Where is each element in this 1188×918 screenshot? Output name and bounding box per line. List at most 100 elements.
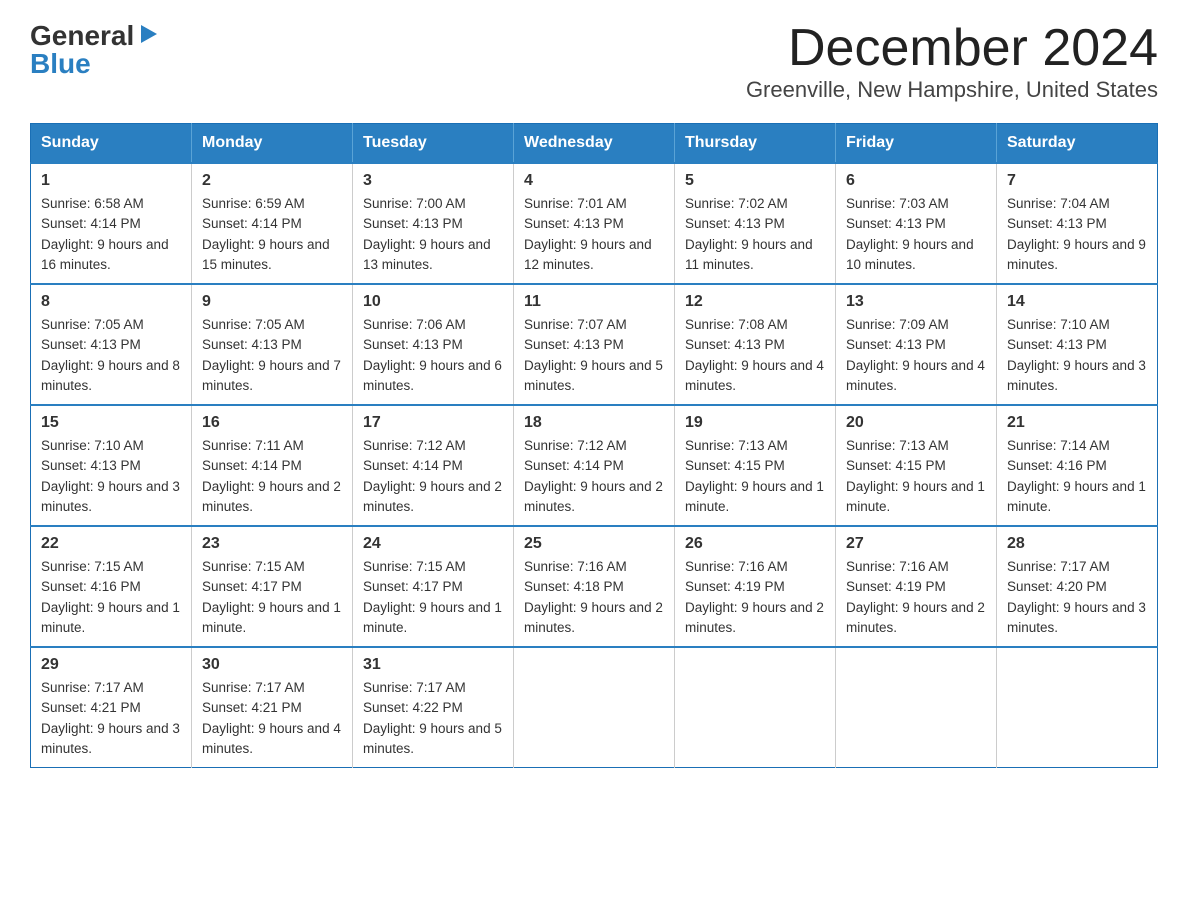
sunrise-label: Sunrise: 7:10 AM [41, 438, 144, 453]
day-number: 15 [41, 414, 181, 432]
sunset-label: Sunset: 4:16 PM [1007, 458, 1107, 473]
calendar-cell: 9 Sunrise: 7:05 AM Sunset: 4:13 PM Dayli… [192, 284, 353, 405]
weekday-header-row: SundayMondayTuesdayWednesdayThursdayFrid… [31, 124, 1158, 164]
sunrise-label: Sunrise: 7:14 AM [1007, 438, 1110, 453]
sunrise-label: Sunrise: 7:05 AM [41, 317, 144, 332]
sunrise-label: Sunrise: 7:15 AM [41, 559, 144, 574]
calendar-title: December 2024 [746, 20, 1158, 77]
calendar-cell: 30 Sunrise: 7:17 AM Sunset: 4:21 PM Dayl… [192, 647, 353, 768]
calendar-cell: 8 Sunrise: 7:05 AM Sunset: 4:13 PM Dayli… [31, 284, 192, 405]
calendar-cell [997, 647, 1158, 768]
day-info: Sunrise: 7:06 AM Sunset: 4:13 PM Dayligh… [363, 315, 503, 396]
sunset-label: Sunset: 4:21 PM [41, 700, 141, 715]
daylight-label: Daylight: 9 hours and 12 minutes. [524, 237, 652, 272]
sunrise-label: Sunrise: 6:58 AM [41, 196, 144, 211]
day-number: 2 [202, 172, 342, 190]
sunset-label: Sunset: 4:13 PM [846, 337, 946, 352]
sunrise-label: Sunrise: 7:10 AM [1007, 317, 1110, 332]
calendar-cell: 5 Sunrise: 7:02 AM Sunset: 4:13 PM Dayli… [675, 163, 836, 284]
day-info: Sunrise: 7:13 AM Sunset: 4:15 PM Dayligh… [846, 436, 986, 517]
calendar-cell: 29 Sunrise: 7:17 AM Sunset: 4:21 PM Dayl… [31, 647, 192, 768]
day-number: 25 [524, 535, 664, 553]
day-number: 5 [685, 172, 825, 190]
sunset-label: Sunset: 4:13 PM [41, 458, 141, 473]
day-number: 28 [1007, 535, 1147, 553]
day-info: Sunrise: 6:59 AM Sunset: 4:14 PM Dayligh… [202, 194, 342, 275]
daylight-label: Daylight: 9 hours and 5 minutes. [524, 358, 663, 393]
daylight-label: Daylight: 9 hours and 9 minutes. [1007, 237, 1146, 272]
daylight-label: Daylight: 9 hours and 3 minutes. [1007, 600, 1146, 635]
daylight-label: Daylight: 9 hours and 5 minutes. [363, 721, 502, 756]
sunrise-label: Sunrise: 7:06 AM [363, 317, 466, 332]
calendar-cell: 19 Sunrise: 7:13 AM Sunset: 4:15 PM Dayl… [675, 405, 836, 526]
sunrise-label: Sunrise: 7:17 AM [41, 680, 144, 695]
day-info: Sunrise: 7:10 AM Sunset: 4:13 PM Dayligh… [41, 436, 181, 517]
day-info: Sunrise: 7:16 AM Sunset: 4:19 PM Dayligh… [685, 557, 825, 638]
sunset-label: Sunset: 4:13 PM [1007, 337, 1107, 352]
calendar-week-row: 1 Sunrise: 6:58 AM Sunset: 4:14 PM Dayli… [31, 163, 1158, 284]
sunrise-label: Sunrise: 6:59 AM [202, 196, 305, 211]
calendar-cell [836, 647, 997, 768]
sunrise-label: Sunrise: 7:02 AM [685, 196, 788, 211]
day-info: Sunrise: 7:08 AM Sunset: 4:13 PM Dayligh… [685, 315, 825, 396]
daylight-label: Daylight: 9 hours and 1 minute. [846, 479, 985, 514]
sunrise-label: Sunrise: 7:13 AM [685, 438, 788, 453]
sunset-label: Sunset: 4:13 PM [524, 337, 624, 352]
sunrise-label: Sunrise: 7:12 AM [363, 438, 466, 453]
daylight-label: Daylight: 9 hours and 6 minutes. [363, 358, 502, 393]
day-info: Sunrise: 7:01 AM Sunset: 4:13 PM Dayligh… [524, 194, 664, 275]
day-number: 11 [524, 293, 664, 311]
sunset-label: Sunset: 4:13 PM [202, 337, 302, 352]
calendar-week-row: 15 Sunrise: 7:10 AM Sunset: 4:13 PM Dayl… [31, 405, 1158, 526]
day-number: 22 [41, 535, 181, 553]
calendar-header: SundayMondayTuesdayWednesdayThursdayFrid… [31, 124, 1158, 164]
page-header: General Blue December 2024 Greenville, N… [30, 20, 1158, 103]
sunrise-label: Sunrise: 7:16 AM [846, 559, 949, 574]
title-block: December 2024 Greenville, New Hampshire,… [746, 20, 1158, 103]
day-number: 3 [363, 172, 503, 190]
daylight-label: Daylight: 9 hours and 4 minutes. [202, 721, 341, 756]
daylight-label: Daylight: 9 hours and 4 minutes. [685, 358, 824, 393]
sunrise-label: Sunrise: 7:09 AM [846, 317, 949, 332]
calendar-location: Greenville, New Hampshire, United States [746, 77, 1158, 103]
calendar-cell: 12 Sunrise: 7:08 AM Sunset: 4:13 PM Dayl… [675, 284, 836, 405]
sunset-label: Sunset: 4:13 PM [846, 216, 946, 231]
day-number: 13 [846, 293, 986, 311]
daylight-label: Daylight: 9 hours and 8 minutes. [41, 358, 180, 393]
calendar-week-row: 8 Sunrise: 7:05 AM Sunset: 4:13 PM Dayli… [31, 284, 1158, 405]
daylight-label: Daylight: 9 hours and 1 minute. [363, 600, 502, 635]
sunset-label: Sunset: 4:13 PM [524, 216, 624, 231]
sunset-label: Sunset: 4:15 PM [685, 458, 785, 473]
day-info: Sunrise: 7:10 AM Sunset: 4:13 PM Dayligh… [1007, 315, 1147, 396]
day-number: 9 [202, 293, 342, 311]
sunset-label: Sunset: 4:14 PM [202, 458, 302, 473]
weekday-header-tuesday: Tuesday [353, 124, 514, 164]
day-number: 31 [363, 656, 503, 674]
day-info: Sunrise: 7:11 AM Sunset: 4:14 PM Dayligh… [202, 436, 342, 517]
day-info: Sunrise: 7:04 AM Sunset: 4:13 PM Dayligh… [1007, 194, 1147, 275]
day-info: Sunrise: 6:58 AM Sunset: 4:14 PM Dayligh… [41, 194, 181, 275]
day-info: Sunrise: 7:14 AM Sunset: 4:16 PM Dayligh… [1007, 436, 1147, 517]
calendar-cell: 16 Sunrise: 7:11 AM Sunset: 4:14 PM Dayl… [192, 405, 353, 526]
day-info: Sunrise: 7:15 AM Sunset: 4:16 PM Dayligh… [41, 557, 181, 638]
sunrise-label: Sunrise: 7:11 AM [202, 438, 304, 453]
sunset-label: Sunset: 4:15 PM [846, 458, 946, 473]
logo-arrow-icon [137, 23, 159, 50]
sunset-label: Sunset: 4:14 PM [41, 216, 141, 231]
sunrise-label: Sunrise: 7:01 AM [524, 196, 627, 211]
calendar-week-row: 22 Sunrise: 7:15 AM Sunset: 4:16 PM Dayl… [31, 526, 1158, 647]
sunrise-label: Sunrise: 7:17 AM [363, 680, 466, 695]
calendar-cell [514, 647, 675, 768]
day-info: Sunrise: 7:03 AM Sunset: 4:13 PM Dayligh… [846, 194, 986, 275]
calendar-cell: 11 Sunrise: 7:07 AM Sunset: 4:13 PM Dayl… [514, 284, 675, 405]
day-info: Sunrise: 7:17 AM Sunset: 4:21 PM Dayligh… [41, 678, 181, 759]
daylight-label: Daylight: 9 hours and 3 minutes. [41, 479, 180, 514]
calendar-cell: 21 Sunrise: 7:14 AM Sunset: 4:16 PM Dayl… [997, 405, 1158, 526]
daylight-label: Daylight: 9 hours and 2 minutes. [846, 600, 985, 635]
daylight-label: Daylight: 9 hours and 3 minutes. [41, 721, 180, 756]
weekday-header-sunday: Sunday [31, 124, 192, 164]
sunrise-label: Sunrise: 7:04 AM [1007, 196, 1110, 211]
daylight-label: Daylight: 9 hours and 11 minutes. [685, 237, 813, 272]
daylight-label: Daylight: 9 hours and 7 minutes. [202, 358, 341, 393]
day-number: 8 [41, 293, 181, 311]
